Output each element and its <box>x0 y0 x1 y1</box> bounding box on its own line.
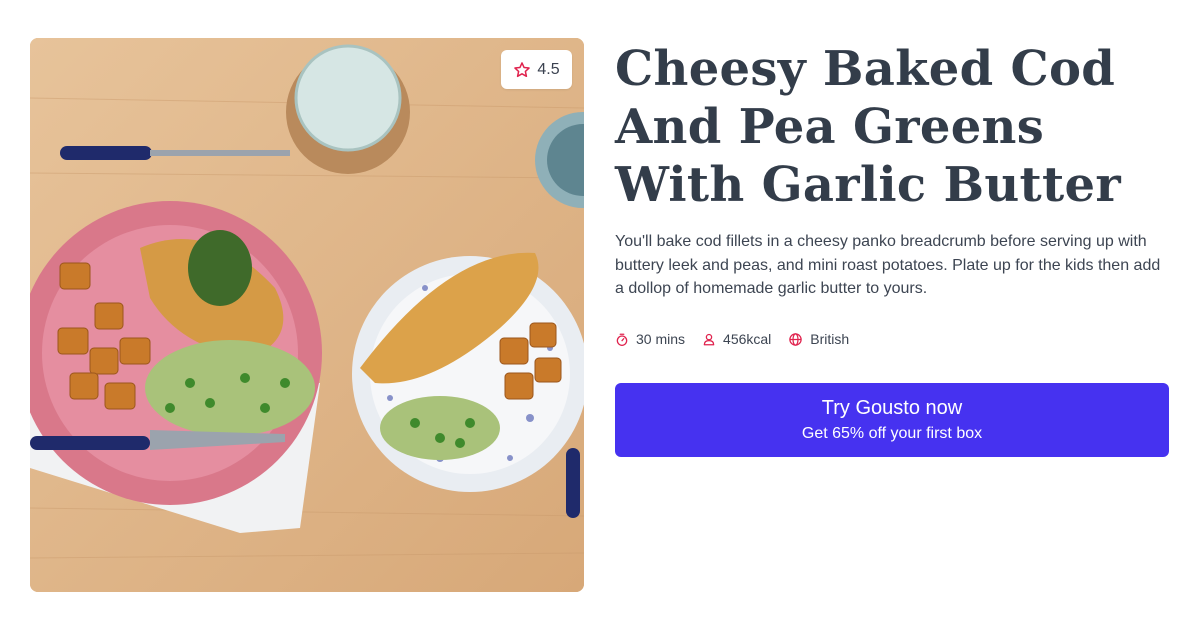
rating-value: 4.5 <box>537 60 560 78</box>
cta-label: Try Gousto now <box>821 397 963 419</box>
recipe-title: Cheesy Baked Cod And Pea Greens With Gar… <box>615 41 1121 213</box>
cta-sublabel: Get 65% off your first box <box>801 425 983 442</box>
recipe-photo-illustration <box>30 38 584 592</box>
try-gousto-button[interactable]: Try Gousto now Get 65% off your first bo… <box>615 383 1169 457</box>
recipe-photo <box>30 38 584 592</box>
meta-calories-label: 456kcal <box>723 331 772 347</box>
meta-cuisine-label: British <box>810 331 850 347</box>
person-icon <box>703 333 715 345</box>
recipe-meta: 30 mins 456kcal British <box>615 331 849 347</box>
globe-icon <box>789 332 803 346</box>
star-outline-icon <box>514 61 531 77</box>
meta-cuisine: British <box>788 331 849 347</box>
meta-time: 30 mins <box>615 331 685 347</box>
meta-calories: 456kcal <box>702 331 771 347</box>
recipe-description: You'll bake cod fillets in a cheesy pank… <box>615 233 1161 297</box>
stopwatch-icon <box>616 333 628 346</box>
meta-time-label: 30 mins <box>636 331 686 347</box>
rating-badge: 4.5 <box>501 50 572 89</box>
